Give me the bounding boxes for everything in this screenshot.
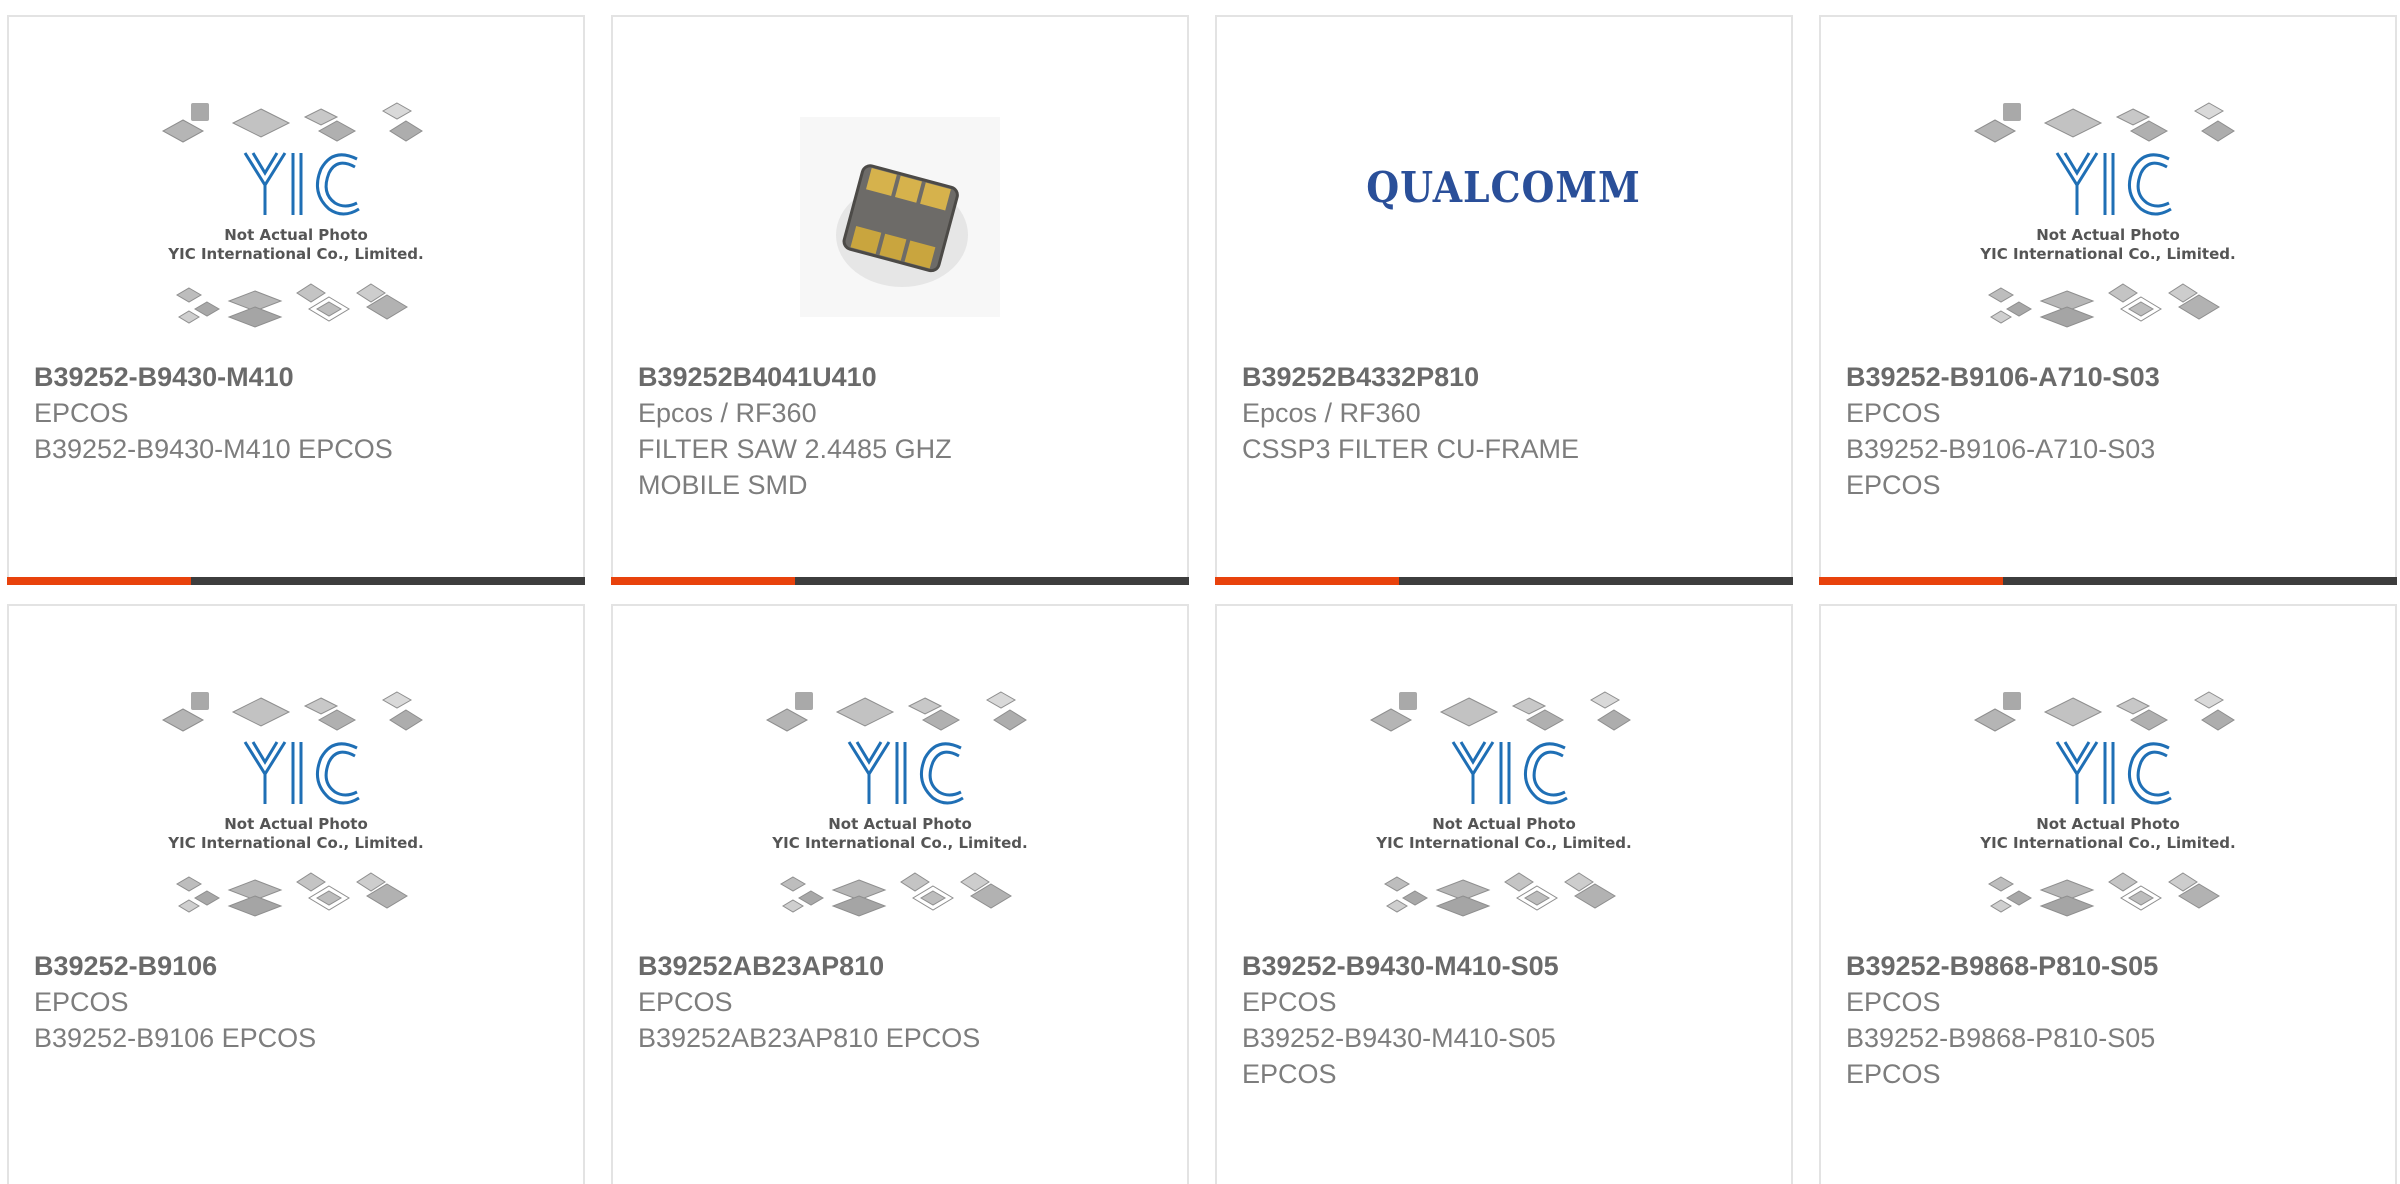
card-accent: [1215, 577, 1399, 585]
product-part-number[interactable]: B39252-B9106-A710-S03: [1846, 359, 2375, 395]
product-manufacturer: EPCOS: [34, 987, 129, 1017]
chip-icons-top: [161, 690, 423, 732]
chip-icons-bottom: [176, 871, 408, 917]
placeholder-caption-1: Not Actual Photo: [828, 815, 972, 833]
card-bottom-bar: [1215, 577, 1793, 585]
product-description: CSSP3 FILTER CU-FRAME: [1242, 434, 1580, 464]
placeholder-caption-2: YIC International Co., Limited.: [167, 245, 423, 263]
yic-placeholder-image: Not Actual Photo YIC International Co., L…: [1973, 684, 2243, 929]
product-manufacturer: Epcos / RF360: [1242, 398, 1421, 428]
chip-icons-top: [161, 101, 423, 143]
chip-icons-bottom: [1988, 871, 2220, 917]
product-part-number[interactable]: B39252-B9868-P810-S05: [1846, 948, 2375, 984]
chip-icons-bottom: [1384, 871, 1616, 917]
product-part-number[interactable]: B39252B4332P810: [1242, 359, 1771, 395]
chip-icons-top: [765, 690, 1027, 732]
product-manufacturer: EPCOS: [34, 398, 129, 428]
product-image[interactable]: Not Actual Photo YIC International Co., L…: [9, 666, 583, 946]
yic-logo: [2055, 151, 2172, 215]
product-card[interactable]: Not Actual Photo YIC International Co., L…: [7, 15, 585, 585]
product-image[interactable]: Not Actual Photo YIC International Co., L…: [1821, 666, 2395, 946]
product-card[interactable]: QUALCOMM B39252B4332P810 Epcos / RF360 C…: [1215, 15, 1793, 585]
yic-placeholder-image: Not Actual Photo YIC International Co., L…: [1369, 684, 1639, 929]
chip-icons-bottom: [176, 282, 408, 328]
product-card[interactable]: Not Actual Photo YIC International Co., L…: [1819, 15, 2397, 585]
product-card[interactable]: B39252B4041U410 Epcos / RF360 FILTER SAW…: [611, 15, 1189, 585]
product-description: B39252-B9106-A710-S03: [1846, 434, 2156, 464]
qualcomm-logo: QUALCOMM: [1366, 162, 1642, 212]
placeholder-caption-1: Not Actual Photo: [224, 226, 368, 244]
yic-placeholder-image: Not Actual Photo YIC International Co., L…: [161, 684, 431, 929]
card-accent: [7, 577, 191, 585]
product-description-line2: EPCOS: [1846, 470, 1941, 500]
card-accent: [1819, 577, 2003, 585]
product-image[interactable]: Not Actual Photo YIC International Co., L…: [613, 666, 1187, 946]
product-description: B39252AB23AP810 EPCOS: [638, 1023, 981, 1053]
product-description-line2: EPCOS: [1242, 1059, 1337, 1089]
product-manufacturer: EPCOS: [638, 987, 733, 1017]
yic-placeholder-image: Not Actual Photo YIC International Co., L…: [161, 95, 431, 340]
product-part-number[interactable]: B39252B4041U410: [638, 359, 1167, 395]
product-card[interactable]: Not Actual Photo YIC International Co., L…: [7, 604, 585, 1184]
product-description: B39252-B9868-P810-S05: [1846, 1023, 2156, 1053]
placeholder-caption-1: Not Actual Photo: [224, 815, 368, 833]
product-manufacturer: EPCOS: [1846, 987, 1941, 1017]
product-manufacturer: EPCOS: [1846, 398, 1941, 428]
placeholder-caption-2: YIC International Co., Limited.: [1375, 834, 1631, 852]
chip-icons-bottom: [780, 871, 1012, 917]
placeholder-caption-2: YIC International Co., Limited.: [1979, 245, 2235, 263]
card-bottom-bar: [1819, 577, 2397, 585]
product-image[interactable]: QUALCOMM: [1217, 77, 1791, 357]
yic-logo: [847, 740, 964, 804]
product-image[interactable]: Not Actual Photo YIC International Co., L…: [1217, 666, 1791, 946]
yic-logo: [243, 740, 360, 804]
product-description: B39252-B9430-M410 EPCOS: [34, 434, 393, 464]
yic-placeholder-image: Not Actual Photo YIC International Co., L…: [1973, 95, 2243, 340]
product-part-number[interactable]: B39252-B9430-M410: [34, 359, 563, 395]
card-bottom-bar: [611, 577, 1189, 585]
product-part-number[interactable]: B39252-B9430-M410-S05: [1242, 948, 1771, 984]
product-description-line2: EPCOS: [1846, 1059, 1941, 1089]
yic-placeholder-image: Not Actual Photo YIC International Co., L…: [765, 684, 1035, 929]
product-part-number[interactable]: B39252-B9106: [34, 948, 563, 984]
placeholder-caption-1: Not Actual Photo: [2036, 226, 2180, 244]
product-card[interactable]: Not Actual Photo YIC International Co., L…: [1215, 604, 1793, 1184]
card-bottom-bar: [7, 577, 585, 585]
product-image[interactable]: [613, 77, 1187, 357]
product-part-number[interactable]: B39252AB23AP810: [638, 948, 1167, 984]
product-card[interactable]: Not Actual Photo YIC International Co., L…: [611, 604, 1189, 1184]
placeholder-caption-1: Not Actual Photo: [2036, 815, 2180, 833]
product-card[interactable]: Not Actual Photo YIC International Co., L…: [1819, 604, 2397, 1184]
chip-icons-top: [1973, 101, 2235, 143]
product-description: B39252-B9106 EPCOS: [34, 1023, 317, 1053]
chip-icons-top: [1973, 690, 2235, 732]
placeholder-caption-2: YIC International Co., Limited.: [1979, 834, 2235, 852]
yic-logo: [243, 151, 360, 215]
product-image[interactable]: Not Actual Photo YIC International Co., L…: [1821, 77, 2395, 357]
chip-icons-top: [1369, 690, 1631, 732]
placeholder-caption-1: Not Actual Photo: [1432, 815, 1576, 833]
placeholder-caption-2: YIC International Co., Limited.: [771, 834, 1027, 852]
smd-chip-photo: [800, 117, 1000, 317]
chip-icons-bottom: [1988, 282, 2220, 328]
yic-logo: [2055, 740, 2172, 804]
placeholder-caption-2: YIC International Co., Limited.: [167, 834, 423, 852]
product-manufacturer: Epcos / RF360: [638, 398, 817, 428]
yic-logo: [1451, 740, 1568, 804]
product-description: B39252-B9430-M410-S05: [1242, 1023, 1556, 1053]
product-description: FILTER SAW 2.4485 GHZ: [638, 434, 952, 464]
product-manufacturer: EPCOS: [1242, 987, 1337, 1017]
card-accent: [611, 577, 795, 585]
product-description-line2: MOBILE SMD: [638, 470, 808, 500]
product-image[interactable]: Not Actual Photo YIC International Co., L…: [9, 77, 583, 357]
